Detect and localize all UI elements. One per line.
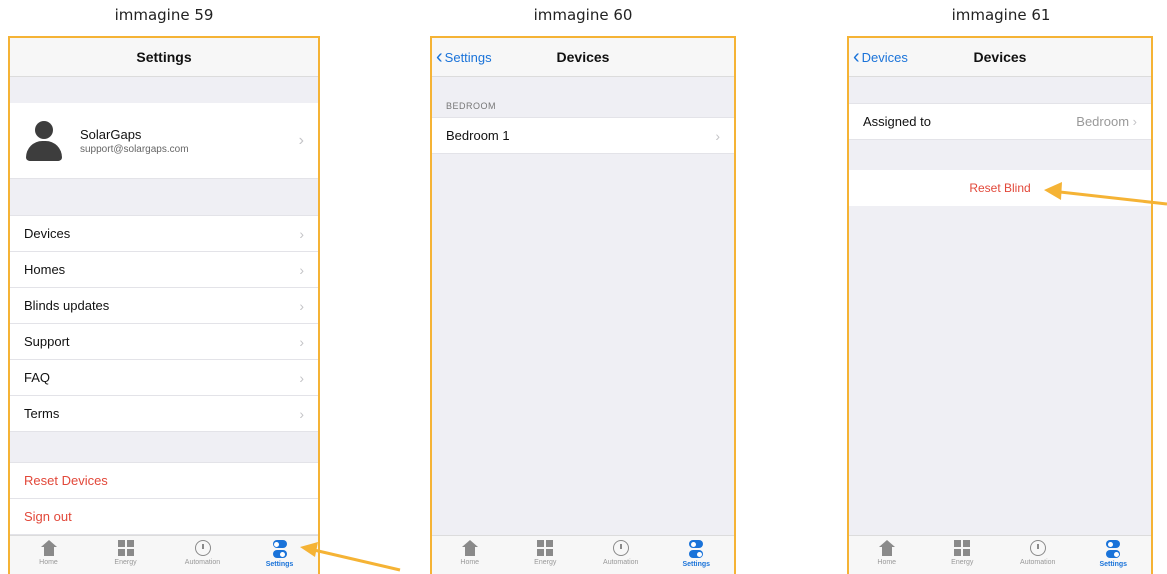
chevron-left-icon: ‹ [436, 46, 443, 68]
navbar: Settings [10, 38, 318, 77]
menu-item-terms[interactable]: Terms › [10, 396, 318, 432]
menu-item-devices[interactable]: Devices › [10, 216, 318, 252]
chevron-left-icon: ‹ [853, 46, 860, 68]
sign-out-button[interactable]: Sign out [10, 499, 318, 535]
menu-label: FAQ [24, 370, 51, 385]
home-icon [878, 540, 895, 556]
assigned-to-row[interactable]: Assigned to Bedroom › [849, 104, 1151, 140]
tab-settings[interactable]: Settings [659, 536, 735, 574]
chevron-right-icon: › [299, 261, 304, 278]
tab-label: Energy [534, 559, 557, 566]
grid-icon [954, 540, 971, 556]
phone-devices: ‹ Settings Devices BEDROOM Bedroom 1 › Hom… [430, 36, 736, 574]
menu-label: Terms [24, 406, 60, 421]
sign-out-label: Sign out [24, 509, 72, 524]
arrow-to-reset-blind-icon [1044, 182, 1167, 206]
tab-label: Energy [951, 559, 974, 566]
back-button[interactable]: ‹ Devices [853, 38, 908, 76]
phone-device-detail: ‹ Devices Devices Assigned to Bedroom › R… [847, 36, 1153, 574]
tab-label: Home [460, 559, 480, 566]
menu-item-homes[interactable]: Homes › [10, 252, 318, 288]
tab-settings[interactable]: Settings [1076, 536, 1152, 574]
toggle-icon [689, 540, 704, 558]
tab-automation[interactable]: Automation [583, 536, 659, 574]
caption-3: immagine 61 [951, 6, 1051, 24]
profile-row[interactable]: SolarGaps support@solargaps.com › [10, 103, 318, 179]
chevron-right-icon: › [1132, 114, 1137, 129]
home-icon [461, 540, 478, 556]
page-title: Devices [556, 49, 610, 65]
tab-bar: Home Energy Automation Settings [10, 535, 318, 574]
tab-automation[interactable]: Automation [1000, 536, 1076, 574]
menu-label: Homes [24, 262, 66, 277]
tab-label: Automation [603, 559, 639, 566]
profile-name: SolarGaps [80, 126, 142, 142]
tab-energy[interactable]: Energy [508, 536, 584, 574]
chevron-right-icon: › [299, 297, 304, 314]
tab-bar: Home Energy Automation Settings [849, 535, 1151, 574]
reset-devices-label: Reset Devices [24, 473, 108, 488]
chevron-right-icon: › [299, 405, 304, 422]
menu-item-blinds-updates[interactable]: Blinds updates › [10, 288, 318, 324]
back-label: Settings [444, 49, 492, 65]
tab-home[interactable]: Home [10, 536, 87, 574]
tab-label: Home [877, 559, 897, 566]
tab-label: Automation [1020, 559, 1056, 566]
tab-label: Settings [682, 561, 711, 568]
chevron-right-icon: › [715, 127, 720, 144]
caption-1: immagine 59 [114, 6, 214, 24]
arrow-to-settings-tab-icon [300, 542, 401, 572]
tab-bar: Home Energy Automation Settings [432, 535, 734, 574]
chevron-right-icon: › [299, 369, 304, 386]
chevron-right-icon: › [298, 131, 304, 149]
back-button[interactable]: ‹ Settings [436, 38, 492, 76]
device-row-bedroom-1[interactable]: Bedroom 1 › [432, 118, 734, 154]
profile-email: support@solargaps.com [80, 143, 189, 155]
caption-2: immagine 60 [533, 6, 633, 24]
chevron-right-icon: › [299, 225, 304, 242]
menu-label: Devices [24, 226, 71, 241]
tab-label: Home [39, 559, 58, 566]
phone-settings: Settings SolarGaps support@solargaps.com… [8, 36, 320, 574]
reset-blind-label: Reset Blind [969, 181, 1031, 195]
navbar: ‹ Devices Devices [849, 38, 1151, 77]
tab-label: Automation [184, 559, 221, 566]
grid-icon [537, 540, 554, 556]
home-icon [40, 540, 57, 556]
avatar-icon [24, 119, 64, 163]
clock-icon [194, 540, 211, 556]
menu-label: Support [24, 334, 70, 349]
menu-item-support[interactable]: Support › [10, 324, 318, 360]
clock-icon [1029, 540, 1046, 556]
tab-automation[interactable]: Automation [164, 536, 241, 574]
tab-label: Settings [1099, 561, 1128, 568]
page-title: Settings [136, 49, 192, 65]
assigned-value: Bedroom [1076, 114, 1130, 129]
toggle-icon [1106, 540, 1121, 558]
tab-label: Settings [265, 561, 294, 568]
clock-icon [612, 540, 629, 556]
chevron-right-icon: › [299, 333, 304, 350]
back-label: Devices [861, 49, 908, 65]
tab-energy[interactable]: Energy [925, 536, 1001, 574]
menu-label: Blinds updates [24, 298, 110, 313]
tab-home[interactable]: Home [432, 536, 508, 574]
page-title: Devices [973, 49, 1027, 65]
reset-devices-button[interactable]: Reset Devices [10, 463, 318, 499]
menu-item-faq[interactable]: FAQ › [10, 360, 318, 396]
device-label: Bedroom 1 [446, 128, 510, 143]
section-header: BEDROOM [446, 101, 497, 111]
tab-energy[interactable]: Energy [87, 536, 164, 574]
navbar: ‹ Settings Devices [432, 38, 734, 77]
tab-label: Energy [114, 559, 137, 566]
tab-home[interactable]: Home [849, 536, 925, 574]
grid-icon [117, 540, 134, 556]
assigned-label: Assigned to [863, 114, 931, 129]
toggle-icon [272, 540, 287, 558]
